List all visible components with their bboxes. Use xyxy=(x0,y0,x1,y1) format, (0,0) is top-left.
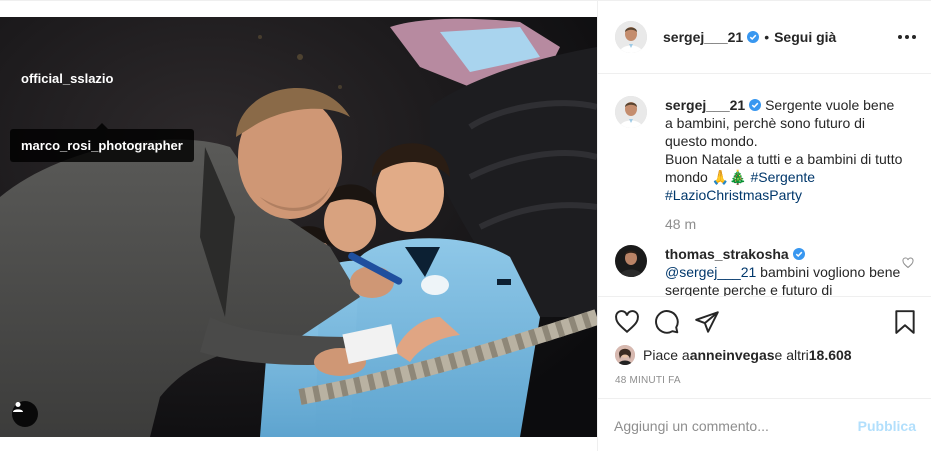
add-comment-bar: Pubblica xyxy=(598,398,931,451)
more-options-button[interactable] xyxy=(898,28,916,46)
likes-count[interactable]: 18.608 xyxy=(809,347,852,363)
post-side-panel: sergej___21 • Segui già sergej___21 Serg… xyxy=(597,1,931,451)
likes-middle: e altri xyxy=(774,347,809,363)
caption-author-avatar[interactable] xyxy=(615,96,647,128)
comment-bubble-icon[interactable] xyxy=(654,309,680,335)
person-icon xyxy=(13,402,23,412)
ellipsis-icon xyxy=(898,35,902,39)
paper-plane-share-icon[interactable] xyxy=(694,309,720,335)
hashtag-sergente[interactable]: #Sergente xyxy=(750,169,815,185)
comment-body: thomas_strakosha @sergej___21 bambini vo… xyxy=(665,245,905,296)
liker-avatar xyxy=(615,345,635,365)
caption-username[interactable]: sergej___21 xyxy=(665,97,745,113)
commenter-avatar[interactable] xyxy=(615,245,647,277)
comment-input[interactable] xyxy=(614,417,858,434)
header-separator: • xyxy=(764,29,770,45)
publish-button[interactable]: Pubblica xyxy=(858,418,916,434)
post-photo[interactable]: official_sslazio marco_rosi_photographer xyxy=(0,17,597,437)
caption-timestamp[interactable]: 48 m xyxy=(665,215,905,233)
author-avatar[interactable] xyxy=(615,21,647,53)
tagged-users-button[interactable] xyxy=(12,401,38,427)
caption-body: sergej___21 Sergente vuole bene a bambin… xyxy=(665,96,905,233)
heart-icon[interactable] xyxy=(614,309,640,335)
avatar-image xyxy=(615,345,635,365)
ellipsis-icon xyxy=(905,35,909,39)
bookmark-icon[interactable] xyxy=(892,309,918,335)
header-username[interactable]: sergej___21 xyxy=(663,29,743,45)
avatar-image xyxy=(615,21,647,53)
hashtag-lazio-christmas-party[interactable]: #LazioChristmasParty xyxy=(665,187,802,203)
likes-prefix: Piace a xyxy=(643,347,690,363)
post-header: sergej___21 • Segui già xyxy=(598,1,931,74)
post-timestamp[interactable]: 48 MINUTI FA xyxy=(615,375,681,386)
like-comment-heart-icon[interactable] xyxy=(902,257,914,269)
commenter-username[interactable]: thomas_strakosha xyxy=(665,246,789,262)
ellipsis-icon xyxy=(912,35,916,39)
post-actions-bar xyxy=(598,296,931,346)
comment-item: thomas_strakosha @sergej___21 bambini vo… xyxy=(615,245,916,296)
instagram-post-view: official_sslazio marco_rosi_photographer… xyxy=(0,0,931,451)
following-button[interactable]: Segui già xyxy=(774,29,836,45)
avatar-image xyxy=(615,245,647,277)
verified-badge-icon xyxy=(749,99,762,111)
verified-badge-icon xyxy=(747,31,760,43)
verified-badge-icon xyxy=(792,248,805,260)
comment-mention[interactable]: @sergej___21 xyxy=(665,264,756,280)
liker-username[interactable]: anneinvegas xyxy=(690,347,775,363)
photo-tag-official-sslazio[interactable]: official_sslazio xyxy=(10,69,124,89)
caption-comment: sergej___21 Sergente vuole bene a bambin… xyxy=(615,96,916,233)
likes-summary[interactable]: Piace a anneinvegas e altri 18.608 xyxy=(615,345,852,365)
photo-tag-marco-rosi-photographer[interactable]: marco_rosi_photographer xyxy=(10,123,194,162)
comments-list[interactable]: sergej___21 Sergente vuole bene a bambin… xyxy=(598,74,931,296)
avatar-image xyxy=(615,96,647,128)
